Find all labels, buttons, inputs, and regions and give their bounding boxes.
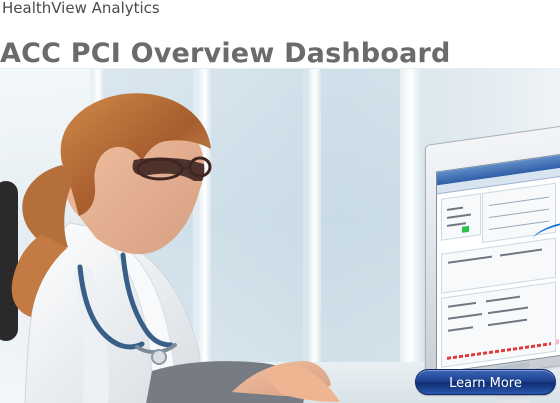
page-header: HealthView Analytics ACC PCI Overview Da… bbox=[0, 0, 560, 69]
window-frame bbox=[400, 69, 422, 403]
chart-gridline bbox=[489, 208, 549, 219]
screen-alert-line bbox=[447, 342, 551, 360]
screen-text-line bbox=[500, 248, 542, 257]
screen-text-line bbox=[488, 306, 528, 315]
green-status-badge bbox=[462, 225, 469, 233]
screen-summary-panel bbox=[441, 281, 556, 368]
screen-text-line bbox=[488, 318, 527, 327]
dashboard-screen bbox=[436, 153, 560, 374]
clinician-illustration bbox=[11, 93, 340, 403]
screen-text-line bbox=[448, 326, 473, 332]
learn-more-button[interactable]: Learn More bbox=[415, 369, 556, 395]
monitor-frame bbox=[425, 125, 560, 385]
screen-text-line bbox=[447, 206, 463, 211]
page-title: ACC PCI Overview Dashboard bbox=[0, 38, 451, 70]
screen-text-line bbox=[448, 301, 476, 308]
screen-text-line bbox=[486, 295, 520, 303]
screen-panel bbox=[441, 193, 481, 241]
screen-text-line bbox=[448, 312, 482, 320]
screen-chart-panel bbox=[482, 182, 560, 250]
screen-text-line bbox=[448, 255, 492, 264]
page-subtitle: HealthView Analytics bbox=[2, 0, 160, 17]
chart-gridline bbox=[489, 220, 549, 231]
screen-text-line bbox=[447, 213, 471, 219]
page: HealthView Analytics ACC PCI Overview Da… bbox=[0, 0, 560, 403]
chart-gridline bbox=[489, 196, 549, 207]
monitor bbox=[425, 105, 560, 403]
hero-image bbox=[0, 68, 560, 403]
